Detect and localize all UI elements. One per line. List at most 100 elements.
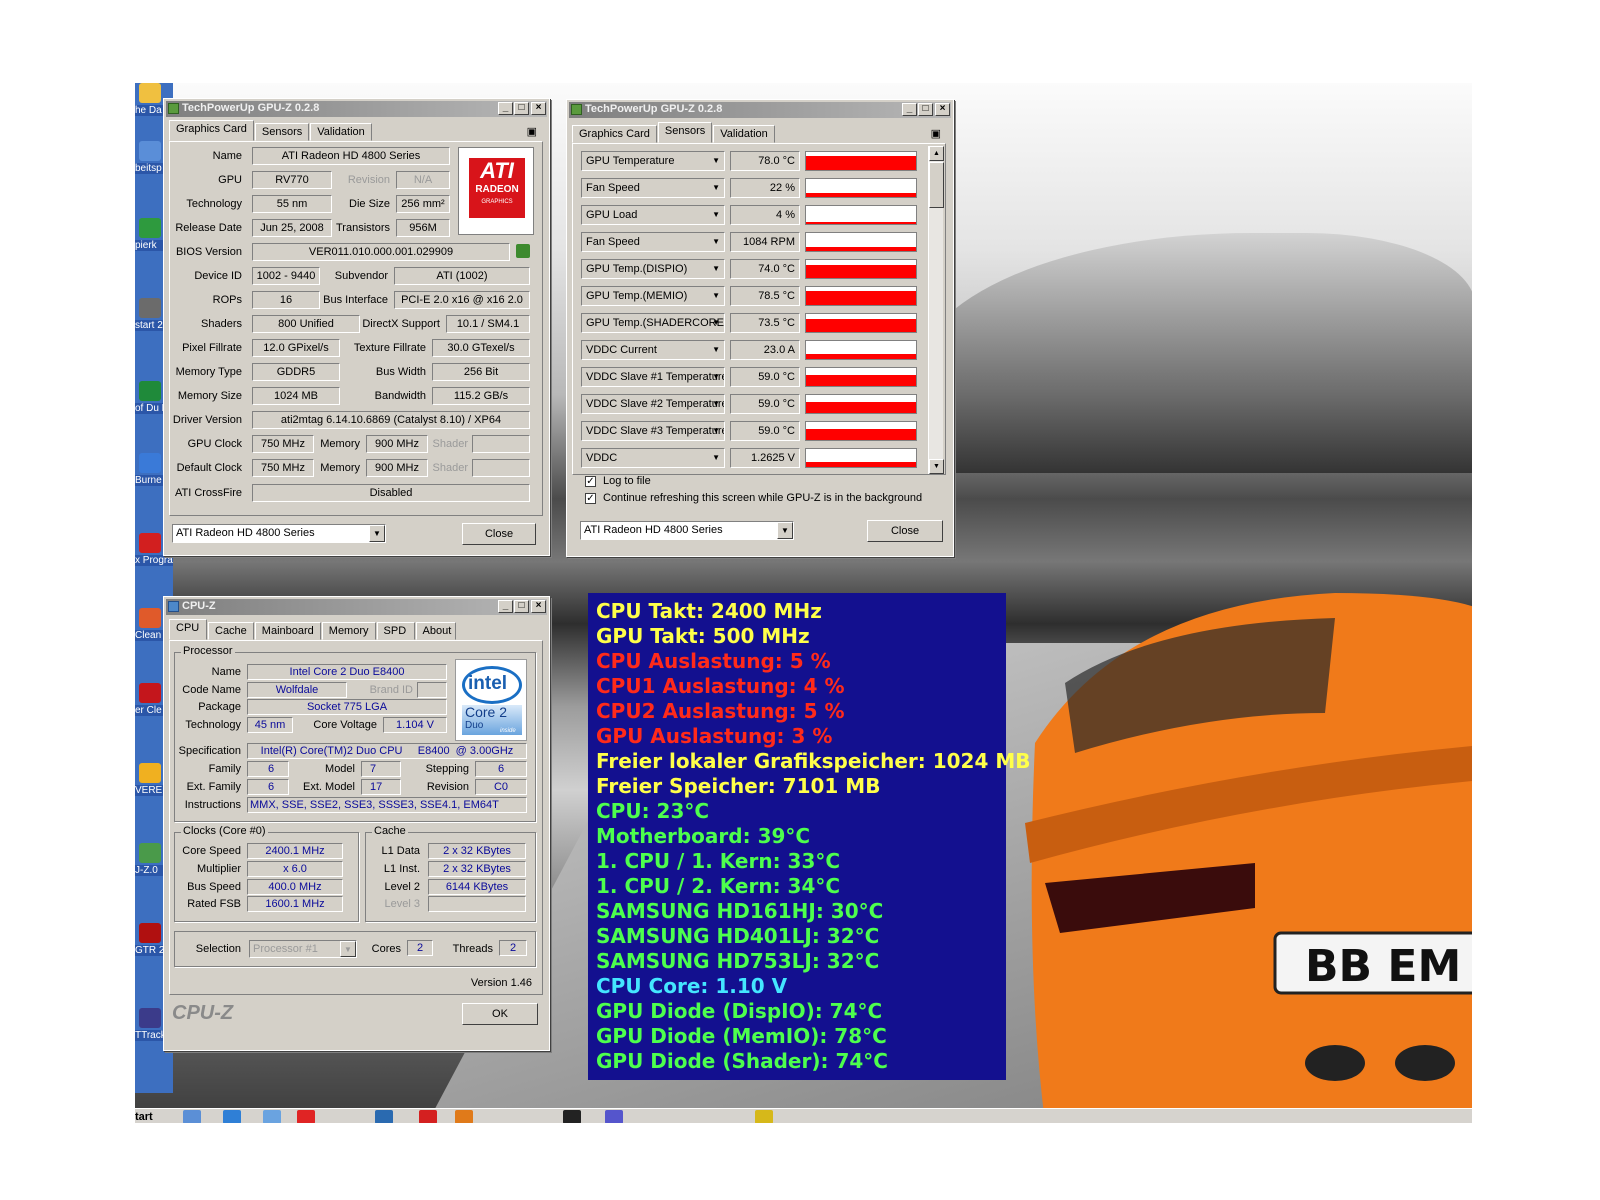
app-icon[interactable] — [605, 1110, 623, 1123]
model-value: 7 — [361, 761, 401, 777]
sensor-value: 4 % — [730, 205, 800, 225]
tab-mainboard[interactable]: Mainboard — [254, 622, 321, 640]
start-button[interactable]: tart — [135, 1111, 153, 1123]
sensor-name-dropdown[interactable]: GPU Temp.(MEMIO) ▼ — [581, 286, 725, 306]
minimize-button[interactable]: _ — [498, 102, 513, 115]
revision-label: Revision — [347, 174, 390, 186]
network-icon[interactable] — [263, 1110, 281, 1123]
cores-label: Cores — [371, 943, 401, 955]
device-id-value: 1002 - 9440 — [252, 267, 320, 285]
tab-memory[interactable]: Memory — [321, 622, 376, 640]
camera-icon[interactable]: ▣ — [931, 127, 941, 140]
tab-validation[interactable]: Validation — [310, 123, 372, 141]
sensor-name-dropdown[interactable]: VDDC ▼ — [581, 448, 725, 468]
cpuz-titlebar[interactable]: CPU-Z _ □ × — [166, 599, 547, 615]
crossfire-value: Disabled — [252, 484, 530, 502]
maximize-button[interactable]: □ — [514, 102, 529, 115]
card-select-dropdown[interactable]: ATI Radeon HD 4800 Series ▼ — [580, 521, 794, 540]
sensor-graph — [805, 394, 917, 414]
tab-graphics-card[interactable]: Graphics Card — [169, 120, 254, 141]
sensor-graph — [805, 367, 917, 387]
revision-value: N/A — [396, 171, 450, 189]
app-icon[interactable] — [563, 1110, 581, 1123]
sensor-name-dropdown[interactable]: GPU Temp.(SHADERCORE) ▼ — [581, 313, 725, 333]
close-window-button[interactable]: × — [531, 600, 546, 613]
tab-about[interactable]: About — [415, 622, 456, 640]
bios-save-icon[interactable] — [516, 244, 530, 258]
gpuz-card-titlebar[interactable]: TechPowerUp GPU-Z 0.2.8 _ □ × — [166, 101, 547, 117]
tab-validation[interactable]: Validation — [713, 125, 775, 143]
tab-cache[interactable]: Cache — [208, 622, 254, 640]
app-icon[interactable] — [755, 1110, 773, 1123]
log-to-file-checkbox[interactable]: ✓ — [585, 476, 596, 487]
sensor-name-dropdown[interactable]: GPU Load ▼ — [581, 205, 725, 225]
default-shader-label: Shader — [432, 462, 468, 474]
app-icon[interactable] — [419, 1110, 437, 1123]
minimize-button[interactable]: _ — [498, 600, 513, 613]
sensor-value: 23.0 A — [730, 340, 800, 360]
ati-radeon-logo: ATI RADEON GRAPHICS — [458, 147, 534, 235]
gpuz-sensors-window: TechPowerUp GPU-Z 0.2.8 _ □ × Graphics C… — [566, 99, 954, 557]
close-button[interactable]: Close — [867, 520, 943, 542]
processor-select-dropdown[interactable]: Processor #1 ▼ — [249, 940, 357, 958]
ati-logo-text: ATI — [480, 158, 514, 183]
tab-cpu[interactable]: CPU — [169, 619, 207, 640]
revision-label: Revision — [426, 781, 469, 793]
minimize-button[interactable]: _ — [902, 103, 917, 116]
sensor-name-dropdown[interactable]: Fan Speed ▼ — [581, 232, 725, 252]
card-select-dropdown[interactable]: ATI Radeon HD 4800 Series ▼ — [172, 524, 386, 543]
sensor-value: 22 % — [730, 178, 800, 198]
scroll-up-icon[interactable]: ▲ — [929, 146, 944, 161]
sensor-value: 73.5 °C — [730, 313, 800, 333]
continue-refresh-label: Continue refreshing this screen while GP… — [603, 492, 923, 504]
selected-processor: Processor #1 — [253, 943, 318, 955]
sensor-name-dropdown[interactable]: VDDC Slave #2 Temperature ▼ — [581, 394, 725, 414]
tab-graphics-card[interactable]: Graphics Card — [572, 125, 657, 143]
camera-icon[interactable]: ▣ — [527, 125, 537, 138]
sensor-name-dropdown[interactable]: GPU Temp.(DISPIO) ▼ — [581, 259, 725, 279]
sensor-name-dropdown[interactable]: VDDC Slave #1 Temperature ▼ — [581, 367, 725, 387]
sensor-name-dropdown[interactable]: GPU Temperature ▼ — [581, 151, 725, 171]
specification-value: Intel(R) Core(TM)2 Duo CPU E8400 @ 3.00G… — [247, 743, 527, 759]
sensor-name-dropdown[interactable]: VDDC Current ▼ — [581, 340, 725, 360]
tab-sensors[interactable]: Sensors — [254, 123, 310, 141]
die-size-label: Die Size — [349, 198, 390, 210]
sensor-name-label: GPU Load — [586, 209, 638, 221]
gpu-label: GPU — [218, 174, 242, 186]
gpuz-sensors-titlebar[interactable]: TechPowerUp GPU-Z 0.2.8 _ □ × — [569, 102, 951, 118]
desktop-app-icon — [139, 533, 161, 553]
tab-spd[interactable]: SPD — [376, 622, 415, 640]
continue-refresh-checkbox[interactable]: ✓ — [585, 493, 596, 504]
sensor-graph-fill — [806, 375, 916, 386]
sensor-name-dropdown[interactable]: Fan Speed ▼ — [581, 178, 725, 198]
chevron-down-icon: ▼ — [712, 183, 720, 192]
app-icon[interactable] — [375, 1110, 393, 1123]
default-memory-value: 900 MHz — [366, 459, 428, 477]
close-window-button[interactable]: × — [531, 102, 546, 115]
close-button[interactable]: Close — [462, 523, 536, 545]
shaders-label: Shaders — [201, 318, 242, 330]
bandwidth-value: 115.2 GB/s — [432, 387, 530, 405]
sensors-panel: GPU Temperature ▼ 78.0 °C Fan Speed ▼ 22 % GPU… — [572, 143, 946, 475]
sensor-graph — [805, 313, 917, 333]
sensor-value: 1084 RPM — [730, 232, 800, 252]
close-window-button[interactable]: × — [935, 103, 950, 116]
scroll-thumb[interactable] — [929, 162, 944, 208]
quicklaunch-icon[interactable] — [183, 1110, 201, 1123]
sensor-name-dropdown[interactable]: VDDC Slave #3 Temperature ▼ — [581, 421, 725, 441]
browser-icon[interactable] — [223, 1110, 241, 1123]
directx-value: 10.1 / SM4.1 — [446, 315, 530, 333]
osd-line: SAMSUNG HD401LJ: 32°C — [596, 924, 880, 948]
cpuz-window: CPU-Z _ □ × CPU Cache Mainboard Memory S… — [163, 596, 550, 1051]
maximize-button[interactable]: □ — [918, 103, 933, 116]
sensor-scrollbar[interactable]: ▲ ▼ — [928, 146, 944, 474]
scroll-down-icon[interactable]: ▼ — [929, 459, 944, 474]
app-icon[interactable] — [297, 1110, 315, 1123]
ok-button[interactable]: OK — [462, 1003, 538, 1025]
card-name-value: ATI Radeon HD 4800 Series — [252, 147, 450, 165]
maximize-button[interactable]: □ — [514, 600, 529, 613]
tab-sensors[interactable]: Sensors — [657, 122, 713, 143]
app-icon[interactable] — [455, 1110, 473, 1123]
desktop-app-icon — [139, 298, 161, 318]
osd-line: 1. CPU / 2. Kern: 34°C — [596, 874, 841, 898]
